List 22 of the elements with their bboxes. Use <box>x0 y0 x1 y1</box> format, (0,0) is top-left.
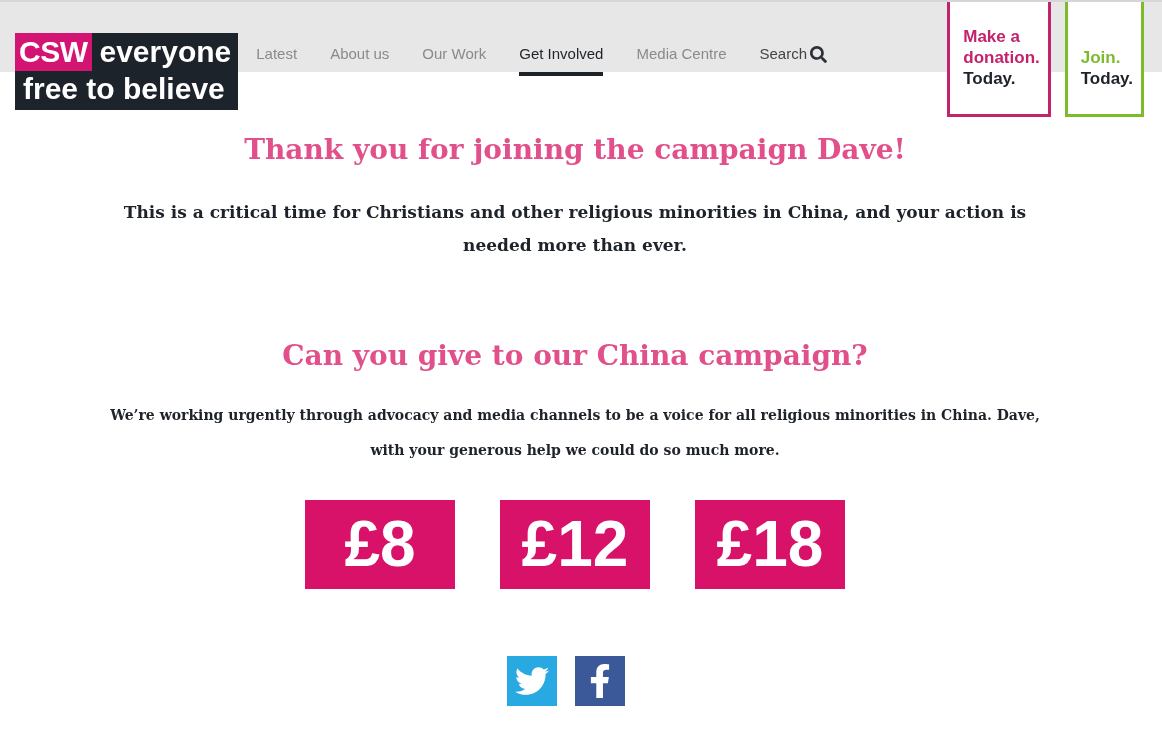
search-button[interactable]: Search <box>759 44 828 64</box>
amount-button[interactable]: £12 <box>500 500 650 589</box>
appeal-text: We’re working urgently through advocacy and media channels to be a voice for all religious minorities in China. Dave, with your generous help we could do so much more. <box>109 406 1041 460</box>
amount-button[interactable]: £18 <box>695 500 845 589</box>
page-heading: Thank you for joining the campaign Dave! <box>244 134 906 166</box>
logo-text: everyone <box>98 34 233 70</box>
cta-button[interactable]: Make a donation. Today. <box>947 2 1051 117</box>
logo-badge: CSW <box>15 33 92 71</box>
search-icon <box>810 45 828 63</box>
amount-button[interactable]: £8 <box>305 500 455 589</box>
nav-link[interactable]: Latest <box>256 2 298 76</box>
bird-icon[interactable] <box>507 656 557 706</box>
logo-text: free to believe <box>22 71 226 107</box>
nav-link[interactable]: Our Work <box>422 2 487 76</box>
letter-f-icon[interactable] <box>575 656 625 706</box>
cta-button[interactable]: Join. Today. <box>1064 2 1144 117</box>
nav-link[interactable]: Get Involved <box>519 2 604 76</box>
intro-text: This is a critical time for Christians and other religious minorities in China, and your action is needed more than ever. <box>122 201 1028 257</box>
nav-link[interactable]: About us <box>330 2 390 76</box>
logo[interactable]: CSW everyone free to believe <box>15 33 239 110</box>
nav-link[interactable]: Media Centre <box>636 2 727 76</box>
section-heading: Can you give to our China campaign? <box>282 340 868 372</box>
